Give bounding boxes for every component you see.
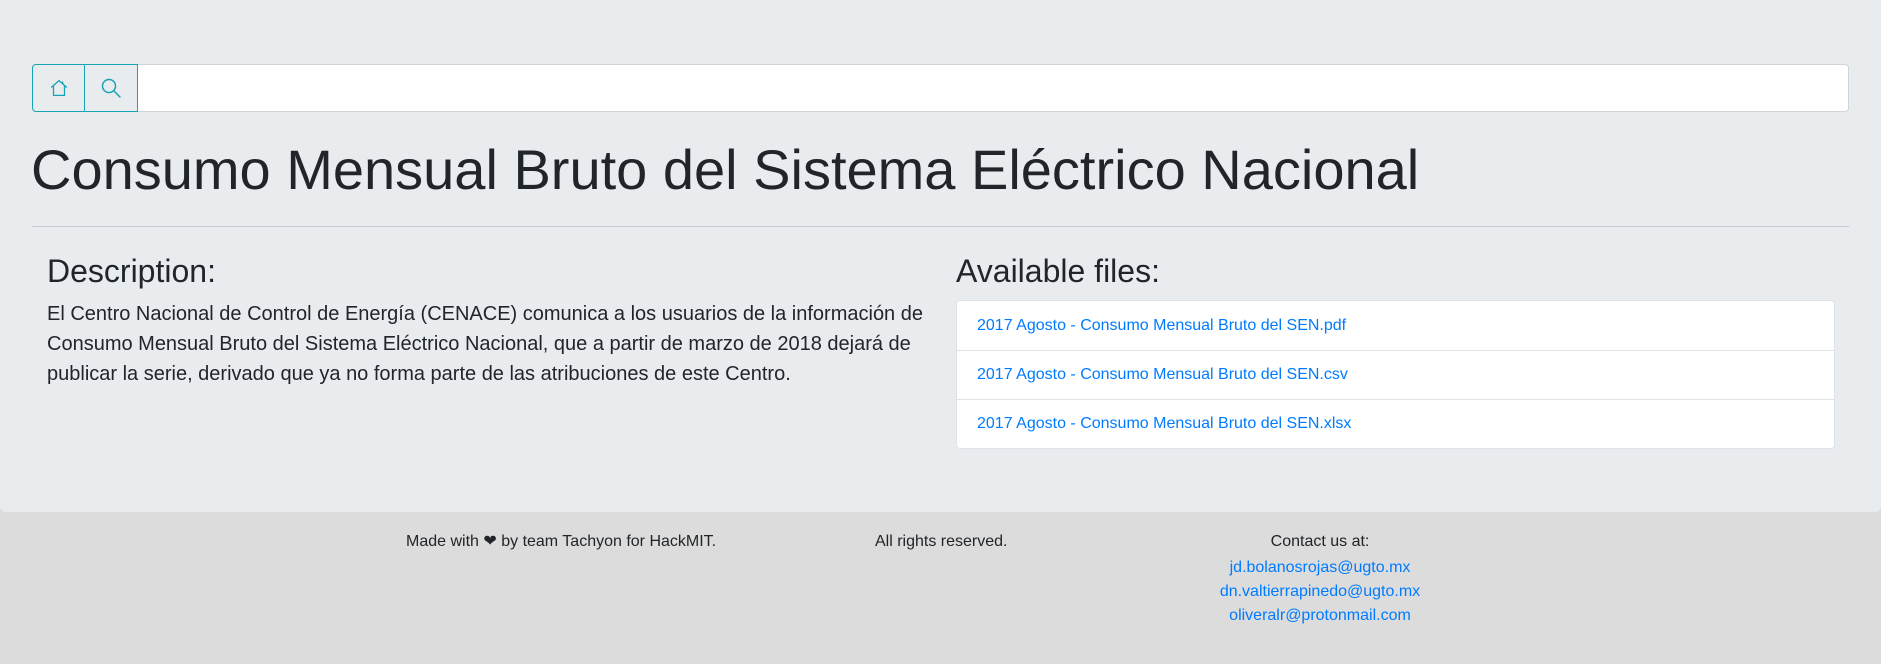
file-link-pdf[interactable]: 2017 Agosto - Consumo Mensual Bruto del … <box>977 317 1346 335</box>
footer-made-with: Made with ❤ by team Tachyon for HackMIT. <box>406 533 717 550</box>
file-link-xlsx[interactable]: 2017 Agosto - Consumo Mensual Bruto del … <box>977 415 1351 433</box>
search-bar <box>32 64 1849 112</box>
contact-email-2[interactable]: dn.valtierrapinedo@ugto.mx <box>1160 580 1480 604</box>
description-heading: Description: <box>47 253 216 289</box>
contact-email-1[interactable]: jd.bolanosrojas@ugto.mx <box>1160 556 1480 580</box>
list-item: 2017 Agosto - Consumo Mensual Bruto del … <box>957 301 1834 350</box>
files-heading: Available files: <box>956 253 1160 289</box>
house-icon <box>50 80 67 96</box>
magnifier-icon <box>101 78 121 98</box>
divider <box>32 226 1849 227</box>
search-button[interactable] <box>85 64 138 112</box>
search-input[interactable] <box>138 64 1849 112</box>
list-item: 2017 Agosto - Consumo Mensual Bruto del … <box>957 350 1834 399</box>
footer-rights: All rights reserved. <box>875 533 1008 550</box>
footer-contact: Contact us at: jd.bolanosrojas@ugto.mx d… <box>1160 532 1480 628</box>
contact-label: Contact us at: <box>1270 533 1370 550</box>
file-list: 2017 Agosto - Consumo Mensual Bruto del … <box>956 300 1835 449</box>
jumbotron: Consumo Mensual Bruto del Sistema Eléctr… <box>0 0 1881 512</box>
contact-email-3[interactable]: oliveralr@protonmail.com <box>1160 604 1480 628</box>
home-button[interactable] <box>32 64 85 112</box>
description-text: El Centro Nacional de Control de Energía… <box>47 303 923 385</box>
list-item: 2017 Agosto - Consumo Mensual Bruto del … <box>957 399 1834 448</box>
file-link-csv[interactable]: 2017 Agosto - Consumo Mensual Bruto del … <box>977 366 1348 384</box>
page-title: Consumo Mensual Bruto del Sistema Eléctr… <box>31 138 1420 201</box>
